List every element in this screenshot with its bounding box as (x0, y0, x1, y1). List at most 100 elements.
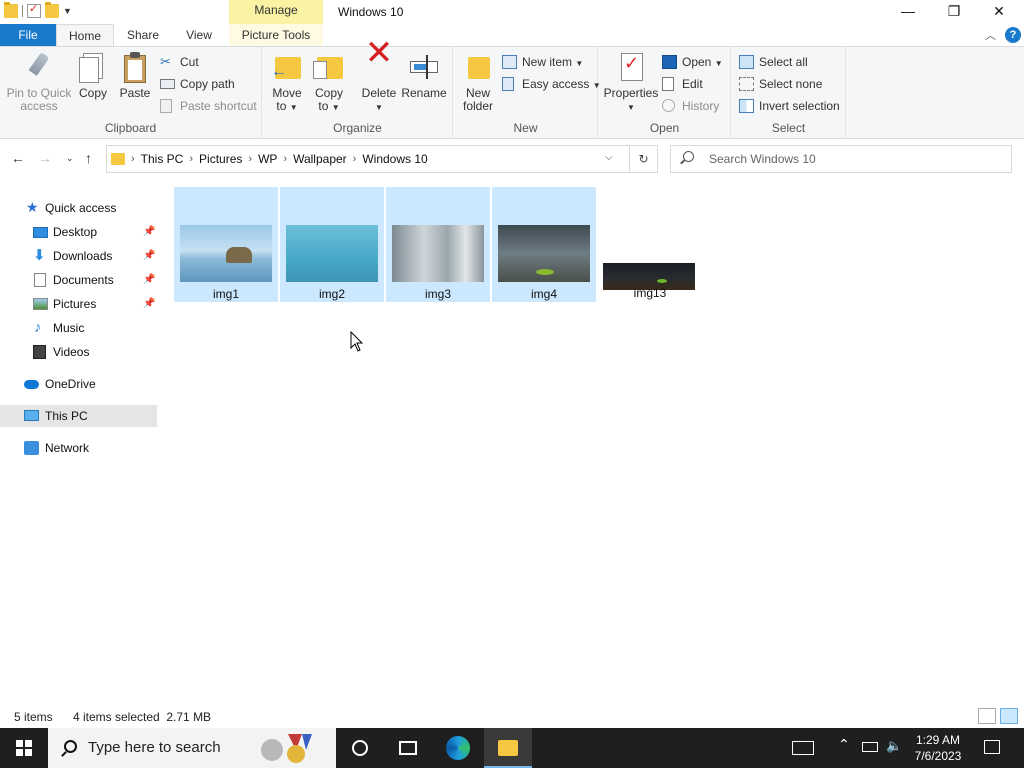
breadcrumb-item[interactable]: WP (258, 152, 277, 166)
nav-item-pictures[interactable]: Pictures 📌 (0, 293, 157, 315)
customize-qat-icon[interactable]: ▼ (63, 6, 72, 16)
nav-quick-access[interactable]: ★ Quick access (0, 197, 157, 219)
nav-item-desktop[interactable]: Desktop 📌 (0, 221, 157, 243)
volume-muted-icon[interactable]: 🔈 (886, 738, 902, 768)
pin-icon[interactable]: 📌 (143, 245, 155, 267)
new-item-button[interactable]: New item ▼ (502, 53, 583, 71)
large-icons-view-button[interactable] (1000, 708, 1018, 724)
navigation-bar: ← → ⌄ ↑ › This PC › Pictures › WP › Wall… (0, 140, 1024, 178)
taskbar-search-box[interactable]: Type here to search (48, 728, 336, 768)
properties-button[interactable]: ✓ Properties ▼ (603, 51, 659, 114)
tab-home[interactable]: Home (56, 24, 114, 47)
nav-item-videos[interactable]: Videos (0, 341, 157, 363)
breadcrumb-item[interactable]: Windows 10 (362, 152, 427, 166)
file-item[interactable]: img3 (386, 187, 490, 302)
edge-button[interactable] (434, 728, 482, 768)
properties-icon[interactable] (27, 2, 41, 18)
recent-locations-icon[interactable]: ⌄ (66, 153, 74, 164)
desktop-icon (33, 227, 48, 238)
cortana-button[interactable] (336, 728, 384, 768)
back-arrow-icon[interactable]: ← (11, 150, 25, 166)
group-label: New (513, 121, 538, 135)
windows-logo-icon (16, 740, 32, 756)
up-arrow-icon[interactable]: ↑ (85, 150, 92, 166)
tab-view[interactable]: View (172, 24, 226, 46)
rename-button[interactable]: Rename (401, 51, 447, 100)
chevron-right-icon[interactable]: › (131, 153, 135, 165)
pin-to-quick-access-button[interactable]: Pin to Quick access (6, 51, 72, 113)
forward-arrow-icon[interactable]: → (38, 150, 52, 166)
chevron-right-icon[interactable]: › (353, 153, 357, 165)
file-item[interactable]: img4 (492, 187, 596, 302)
breadcrumb: › This PC › Pictures › WP › Wallpaper › … (111, 146, 428, 172)
easy-access-button[interactable]: Easy access ▼ (502, 75, 601, 93)
details-view-button[interactable] (978, 708, 996, 724)
chevron-right-icon[interactable]: › (283, 153, 287, 165)
task-view-button[interactable] (384, 728, 432, 768)
address-bar[interactable]: › This PC › Pictures › WP › Wallpaper › … (106, 145, 630, 173)
search-box[interactable] (670, 145, 1012, 173)
chevron-up-icon[interactable]: ⌃ (838, 736, 850, 768)
chevron-right-icon[interactable]: › (189, 153, 193, 165)
select-all-button[interactable]: Select all (739, 53, 808, 71)
help-icon[interactable]: ? (1005, 27, 1021, 43)
manage-context-tab[interactable]: Manage (229, 0, 323, 24)
new-folder-button[interactable]: New folder (460, 51, 496, 113)
network-tray-icon[interactable] (862, 742, 878, 752)
nav-item-network[interactable]: Network (0, 437, 157, 459)
nav-item-downloads[interactable]: ⬇ Downloads 📌 (0, 245, 157, 267)
copy-path-button[interactable]: Copy path (160, 75, 235, 93)
chevron-right-icon[interactable]: › (248, 153, 252, 165)
status-bar: 5 items 4 items selected 2.71 MB (0, 704, 1024, 728)
file-item[interactable]: img13 (598, 187, 702, 302)
breadcrumb-item[interactable]: Wallpaper (293, 152, 347, 166)
news-icon[interactable] (792, 741, 814, 755)
close-button[interactable]: ✕ (976, 0, 1022, 24)
nav-item-documents[interactable]: Documents 📌 (0, 269, 157, 291)
new-folder-icon[interactable] (45, 2, 59, 18)
window-title: Windows 10 (338, 5, 404, 19)
file-name: img3 (424, 287, 451, 301)
file-item[interactable]: img2 (280, 187, 384, 302)
invert-selection-icon (739, 99, 754, 113)
tab-file[interactable]: File (0, 24, 56, 46)
history-icon (662, 99, 675, 112)
breadcrumb-item[interactable]: This PC (141, 152, 184, 166)
edit-button[interactable]: Edit (662, 75, 703, 93)
delete-button[interactable]: ✕ Delete ▼ (359, 36, 399, 114)
tab-share[interactable]: Share (118, 24, 168, 46)
nav-item-this-pc[interactable]: This PC (0, 405, 157, 427)
cut-button[interactable]: ✂ Cut (160, 53, 199, 71)
maximize-button[interactable]: ❐ (931, 0, 977, 24)
nav-item-music[interactable]: ♪ Music (0, 317, 157, 339)
invert-selection-button[interactable]: Invert selection (739, 97, 840, 115)
nav-item-onedrive[interactable]: OneDrive (0, 373, 157, 395)
chevron-down-icon[interactable]: ⌵ (605, 152, 613, 163)
pin-icon[interactable]: 📌 (143, 293, 155, 315)
search-input[interactable] (709, 150, 999, 168)
open-button[interactable]: Open ▼ (662, 53, 723, 71)
clock[interactable]: 1:29 AM 7/6/2023 (905, 732, 971, 764)
paste-shortcut-button[interactable]: Paste shortcut (160, 97, 257, 115)
copy-button[interactable]: Copy (76, 51, 110, 100)
start-button[interactable] (0, 728, 48, 768)
breadcrumb-item[interactable]: Pictures (199, 152, 242, 166)
music-icon: ♪ (34, 319, 42, 336)
move-to-button[interactable]: ← Move to ▼ (269, 51, 305, 114)
paste-button[interactable]: Paste (116, 51, 154, 100)
copy-to-button[interactable]: Copy to ▼ (311, 51, 347, 114)
pin-icon[interactable]: 📌 (143, 269, 155, 291)
notification-icon[interactable] (984, 740, 1000, 754)
pin-icon[interactable]: 📌 (143, 221, 155, 243)
minimize-button[interactable]: — (885, 0, 931, 24)
collapse-ribbon-icon[interactable]: ︿ (985, 27, 996, 43)
file-item[interactable]: img1 (174, 187, 278, 302)
file-explorer-button[interactable] (484, 728, 532, 768)
file-explorer-icon (498, 740, 518, 756)
organize-group: ← Move to ▼ Copy to ▼ ✕ Delete ▼ Rename … (263, 36, 453, 139)
history-button[interactable]: History (662, 97, 719, 115)
select-none-button[interactable]: Select none (739, 75, 822, 93)
refresh-button[interactable]: ↻ (630, 145, 658, 173)
tab-picture-tools[interactable]: Picture Tools (229, 24, 323, 46)
easy-access-icon (502, 77, 514, 91)
